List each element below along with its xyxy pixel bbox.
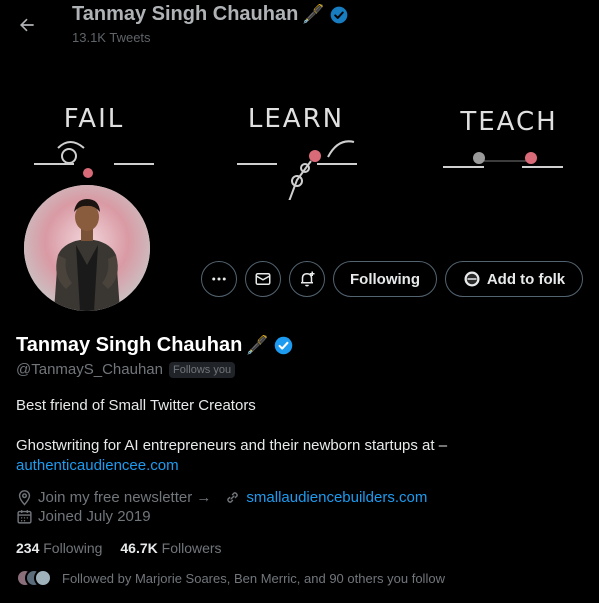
followers-count: 46.7K	[120, 540, 158, 556]
handle-row: @TanmayS_Chauhan Follows you	[16, 361, 236, 378]
following-button-label: Following	[350, 270, 420, 288]
followed-by-row[interactable]: Followed by Marjorie Soares, Ben Merric,…	[16, 569, 445, 587]
notifications-button[interactable]	[289, 261, 325, 297]
website-link[interactable]: smallaudiencebuilders.com	[246, 489, 427, 506]
location-text: Join my free newsletter →	[38, 489, 212, 506]
joined-date: Joined July 2019	[38, 508, 151, 525]
profile-header-bar: Tanmay Singh Chauhan 🖋️ 13.1K Tweets	[0, 0, 599, 52]
link-icon	[227, 492, 239, 503]
more-icon	[212, 277, 226, 281]
folk-icon	[464, 271, 480, 287]
followed-by-text: Followed by Marjorie Soares, Ben Merric,…	[62, 570, 445, 586]
following-stat-label: Following	[43, 540, 103, 556]
add-to-folk-label: Add to folk	[486, 270, 566, 288]
follow-stats: 234 Following 46.7K Followers	[16, 540, 222, 556]
profile-meta-row-1: Join my free newsletter → smallaudienceb…	[16, 489, 427, 506]
profile-name: Tanmay Singh Chauhan 🖋️	[16, 334, 294, 357]
arrow-left-icon	[20, 18, 34, 32]
profile-display-name: Tanmay Singh Chauhan	[16, 334, 243, 356]
following-button[interactable]: Following	[333, 261, 437, 297]
mail-icon	[255, 273, 271, 285]
followers-stat-label: Followers	[161, 540, 222, 556]
avatar-photo	[24, 185, 150, 311]
fountain-pen-icon: 🖋️	[246, 335, 269, 355]
verified-badge-icon	[330, 6, 348, 23]
header-name: Tanmay Singh Chauhan	[72, 3, 299, 25]
bio-link[interactable]: authenticaudiencee.com	[16, 457, 179, 474]
followers-stat[interactable]: 46.7K Followers	[120, 540, 221, 556]
banner-word-teach: TEACH	[459, 107, 557, 137]
following-stat[interactable]: 234 Following	[16, 540, 102, 556]
back-button[interactable]	[10, 8, 44, 42]
bio-line-1: Best friend of Small Twitter Creators	[16, 397, 256, 414]
header-title: Tanmay Singh Chauhan 🖋️	[72, 3, 349, 26]
banner-word-learn: LEARN	[248, 104, 344, 134]
banner-illustration: FAIL LEARN TEACH	[34, 104, 563, 219]
bell-plus-icon	[301, 271, 315, 287]
avatar	[34, 569, 52, 587]
message-button[interactable]	[245, 261, 281, 297]
profile-page: Tanmay Singh Chauhan 🖋️ 13.1K Tweets FAI…	[0, 0, 599, 603]
add-to-folk-button[interactable]: Add to folk	[445, 261, 583, 297]
bio-line-2: Ghostwriting for AI entrepreneurs and th…	[16, 437, 448, 454]
verified-badge-icon[interactable]	[273, 335, 294, 356]
tweet-count: 13.1K Tweets	[72, 30, 151, 45]
profile-avatar[interactable]	[20, 181, 154, 315]
profile-banner: FAIL LEARN TEACH	[0, 52, 599, 219]
banner-word-fail: FAIL	[64, 104, 125, 134]
profile-handle: @TanmayS_Chauhan	[16, 361, 163, 378]
followed-by-avatars	[16, 569, 52, 587]
location-icon	[18, 490, 31, 506]
following-count: 234	[16, 540, 40, 556]
calendar-icon	[17, 510, 32, 524]
fountain-pen-icon: 🖋️	[302, 4, 325, 24]
more-button[interactable]	[201, 261, 237, 297]
profile-meta-row-2: Joined July 2019	[16, 508, 151, 525]
follows-you-badge: Follows you	[168, 361, 236, 378]
